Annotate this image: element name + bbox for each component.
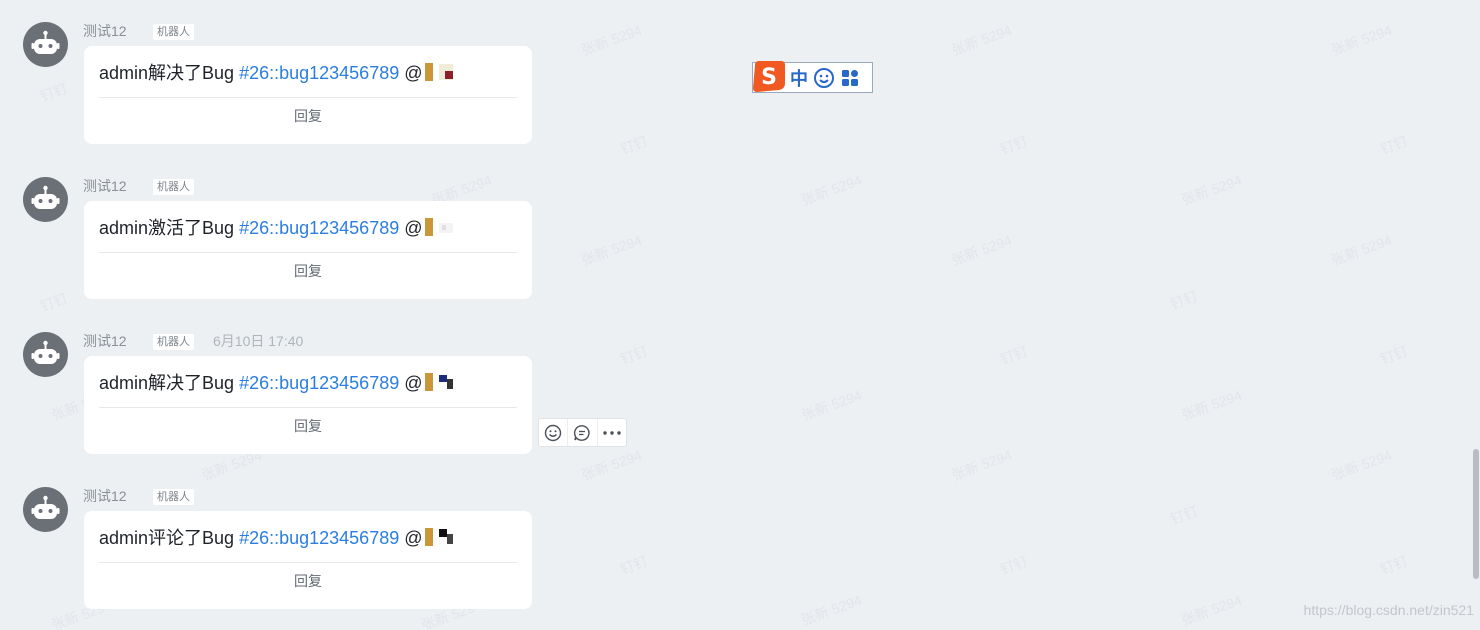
reply-button[interactable]: 回复 — [84, 106, 532, 126]
robot-icon — [31, 30, 60, 54]
message-prefix: admin评论了Bug — [99, 528, 240, 548]
reply-button[interactable]: 回复 — [84, 261, 532, 281]
mention-avatar-icon[interactable] — [423, 218, 457, 236]
svg-text:S: S — [761, 65, 777, 90]
watermark-text: 钉钉 — [1168, 287, 1200, 313]
sogou-logo-icon: S — [753, 61, 785, 92]
bot-avatar[interactable] — [23, 177, 68, 222]
more-options-icon — [603, 430, 621, 435]
mention-avatar-icon[interactable] — [423, 528, 457, 546]
emoji-reaction-icon — [544, 424, 562, 441]
watermark-text: 张新 5294 — [1329, 446, 1394, 484]
watermark-text: 张新 5294 — [949, 231, 1014, 269]
emoji-reaction-button[interactable] — [539, 419, 569, 446]
watermark-text: 钉钉 — [998, 552, 1030, 578]
reply-thread-button[interactable] — [568, 419, 598, 446]
watermark-text: 张新 5294 — [1179, 171, 1244, 209]
chat-message: 测试12 机器人 admin评论了Bug #26::bug123456789 @… — [0, 465, 700, 609]
chat-window: 钉钉 张新 5294 张新 5294 张新 5294 张新 5294 钉钉 钉钉… — [0, 0, 1480, 630]
message-prefix: admin解决了Bug — [99, 373, 240, 393]
ime-logo[interactable]: S — [753, 61, 787, 93]
watermark-text: 张新 5294 — [949, 446, 1014, 484]
divider — [99, 562, 517, 563]
reply-thread-icon — [574, 424, 591, 441]
message-bubble: admin激活了Bug #26::bug123456789 @ 回复 — [84, 201, 532, 299]
source-watermark-url: https://blog.csdn.net/zin521 — [1303, 602, 1474, 618]
more-options-button[interactable] — [598, 419, 626, 446]
message-text: admin解决了Bug #26::bug123456789 @ — [99, 62, 457, 84]
watermark-text: 钉钉 — [1378, 342, 1410, 368]
message-text: admin评论了Bug #26::bug123456789 @ — [99, 527, 457, 549]
sender-name[interactable]: 测试12 — [83, 332, 127, 350]
watermark-text: 张新 5294 — [799, 591, 864, 629]
divider — [99, 252, 517, 253]
message-bubble: admin评论了Bug #26::bug123456789 @ 回复 — [84, 511, 532, 609]
mention-at: @ — [399, 373, 423, 393]
watermark-text: 张新 5294 — [799, 171, 864, 209]
grid-menu-icon — [842, 69, 858, 86]
message-prefix: admin激活了Bug — [99, 218, 240, 238]
watermark-text: 张新 5294 — [1179, 386, 1244, 424]
robot-icon — [31, 495, 60, 519]
bot-avatar[interactable] — [23, 22, 68, 67]
message-bubble: admin解决了Bug #26::bug123456789 @ 回复 — [84, 356, 532, 454]
watermark-text: 张新 5294 — [949, 21, 1014, 59]
message-prefix: admin解决了Bug — [99, 63, 240, 83]
ime-emoji-button[interactable] — [811, 65, 837, 91]
watermark-text: 钉钉 — [998, 342, 1030, 368]
bug-link[interactable]: #26::bug123456789 — [239, 218, 399, 238]
mention-avatar-icon[interactable] — [423, 373, 457, 391]
mention-at: @ — [399, 218, 423, 238]
mention-at: @ — [399, 63, 423, 83]
chat-message: 测试12 机器人 admin激活了Bug #26::bug123456789 @… — [0, 155, 700, 299]
bug-link[interactable]: #26::bug123456789 — [239, 373, 399, 393]
message-text: admin激活了Bug #26::bug123456789 @ — [99, 217, 457, 239]
bot-tag: 机器人 — [153, 179, 194, 195]
divider — [99, 97, 517, 98]
sender-name[interactable]: 测试12 — [83, 22, 127, 40]
message-hover-toolbar — [538, 418, 627, 447]
smiley-icon — [814, 67, 834, 88]
bot-tag: 机器人 — [153, 489, 194, 505]
reply-button[interactable]: 回复 — [84, 416, 532, 436]
mention-at: @ — [399, 528, 423, 548]
watermark-text: 张新 5294 — [1179, 591, 1244, 629]
divider — [99, 407, 517, 408]
message-timestamp: 6月10日 17:40 — [213, 333, 304, 349]
message-bubble: admin解决了Bug #26::bug123456789 @ 回复 — [84, 46, 532, 144]
watermark-text: 钉钉 — [998, 132, 1030, 158]
watermark-text: 张新 5294 — [1329, 21, 1394, 59]
watermark-text: 钉钉 — [1168, 502, 1200, 528]
chat-message: 测试12 机器人 admin解决了Bug #26::bug123456789 @… — [0, 0, 700, 144]
ime-mode-toggle[interactable]: 中 — [787, 65, 811, 91]
watermark-text: 钉钉 — [1378, 552, 1410, 578]
bug-link[interactable]: #26::bug123456789 — [239, 63, 399, 83]
reply-button[interactable]: 回复 — [84, 571, 532, 591]
scrollbar-thumb[interactable] — [1473, 449, 1479, 579]
robot-icon — [31, 185, 60, 209]
sender-name[interactable]: 测试12 — [83, 487, 127, 505]
watermark-text: 张新 5294 — [1329, 231, 1394, 269]
bug-link[interactable]: #26::bug123456789 — [239, 528, 399, 548]
bot-avatar[interactable] — [23, 332, 68, 377]
bot-tag: 机器人 — [153, 24, 194, 40]
bot-tag: 机器人 — [153, 334, 194, 350]
ime-toolbar[interactable]: S 中 — [752, 61, 873, 93]
mention-avatar-icon[interactable] — [423, 63, 457, 81]
robot-icon — [31, 340, 60, 364]
watermark-text: 张新 5294 — [799, 386, 864, 424]
sender-name[interactable]: 测试12 — [83, 177, 127, 195]
message-text: admin解决了Bug #26::bug123456789 @ — [99, 372, 457, 394]
ime-menu-button[interactable] — [837, 65, 863, 91]
watermark-text: 钉钉 — [1378, 132, 1410, 158]
bot-avatar[interactable] — [23, 487, 68, 532]
